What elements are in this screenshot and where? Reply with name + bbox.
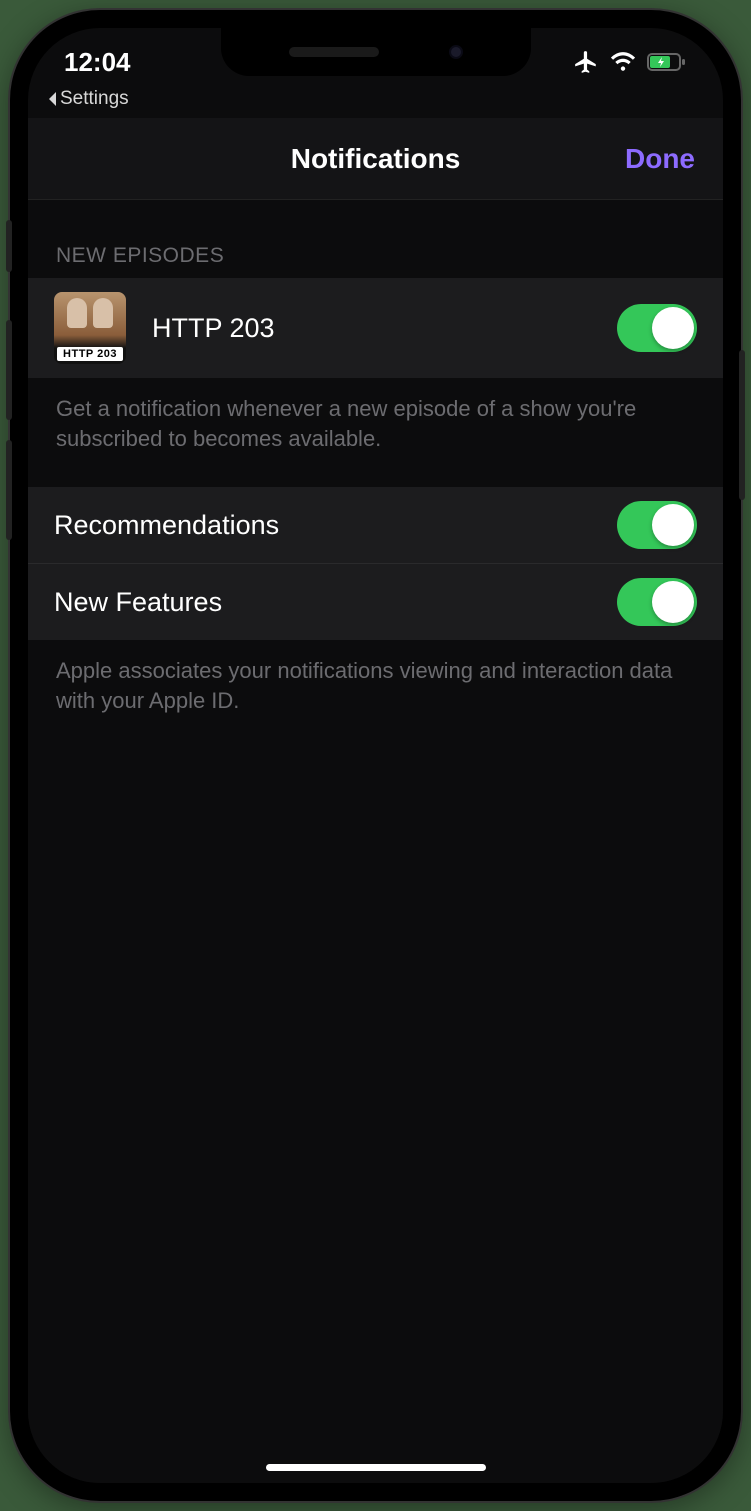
back-to-settings[interactable]: Settings — [28, 88, 723, 118]
toggle-http203[interactable] — [617, 304, 697, 352]
row-recommendations: Recommendations — [28, 487, 723, 564]
back-label: Settings — [60, 88, 129, 110]
thumbnail-caption: HTTP 203 — [57, 347, 123, 361]
podcast-title: HTTP 203 — [152, 313, 617, 344]
toggle-recommendations[interactable] — [617, 501, 697, 549]
nav-bar: Notifications Done — [28, 118, 723, 200]
section-footer-new-episodes: Get a notification whenever a new episod… — [28, 378, 723, 487]
section-header-new-episodes: NEW EPISODES — [28, 200, 723, 278]
podcast-thumbnail: HTTP 203 — [54, 292, 126, 364]
wifi-icon — [609, 51, 637, 73]
section-footer-general: Apple associates your notifications view… — [28, 640, 723, 749]
label-new-features: New Features — [54, 587, 617, 618]
done-button[interactable]: Done — [625, 143, 695, 175]
label-recommendations: Recommendations — [54, 510, 617, 541]
page-title: Notifications — [291, 143, 461, 175]
battery-icon — [647, 52, 687, 72]
row-new-features: New Features — [28, 564, 723, 640]
toggle-new-features[interactable] — [617, 578, 697, 626]
home-indicator[interactable] — [266, 1464, 486, 1471]
podcast-row-http203: HTTP 203 HTTP 203 — [28, 278, 723, 378]
status-time: 12:04 — [64, 47, 214, 78]
airplane-mode-icon — [573, 49, 599, 75]
